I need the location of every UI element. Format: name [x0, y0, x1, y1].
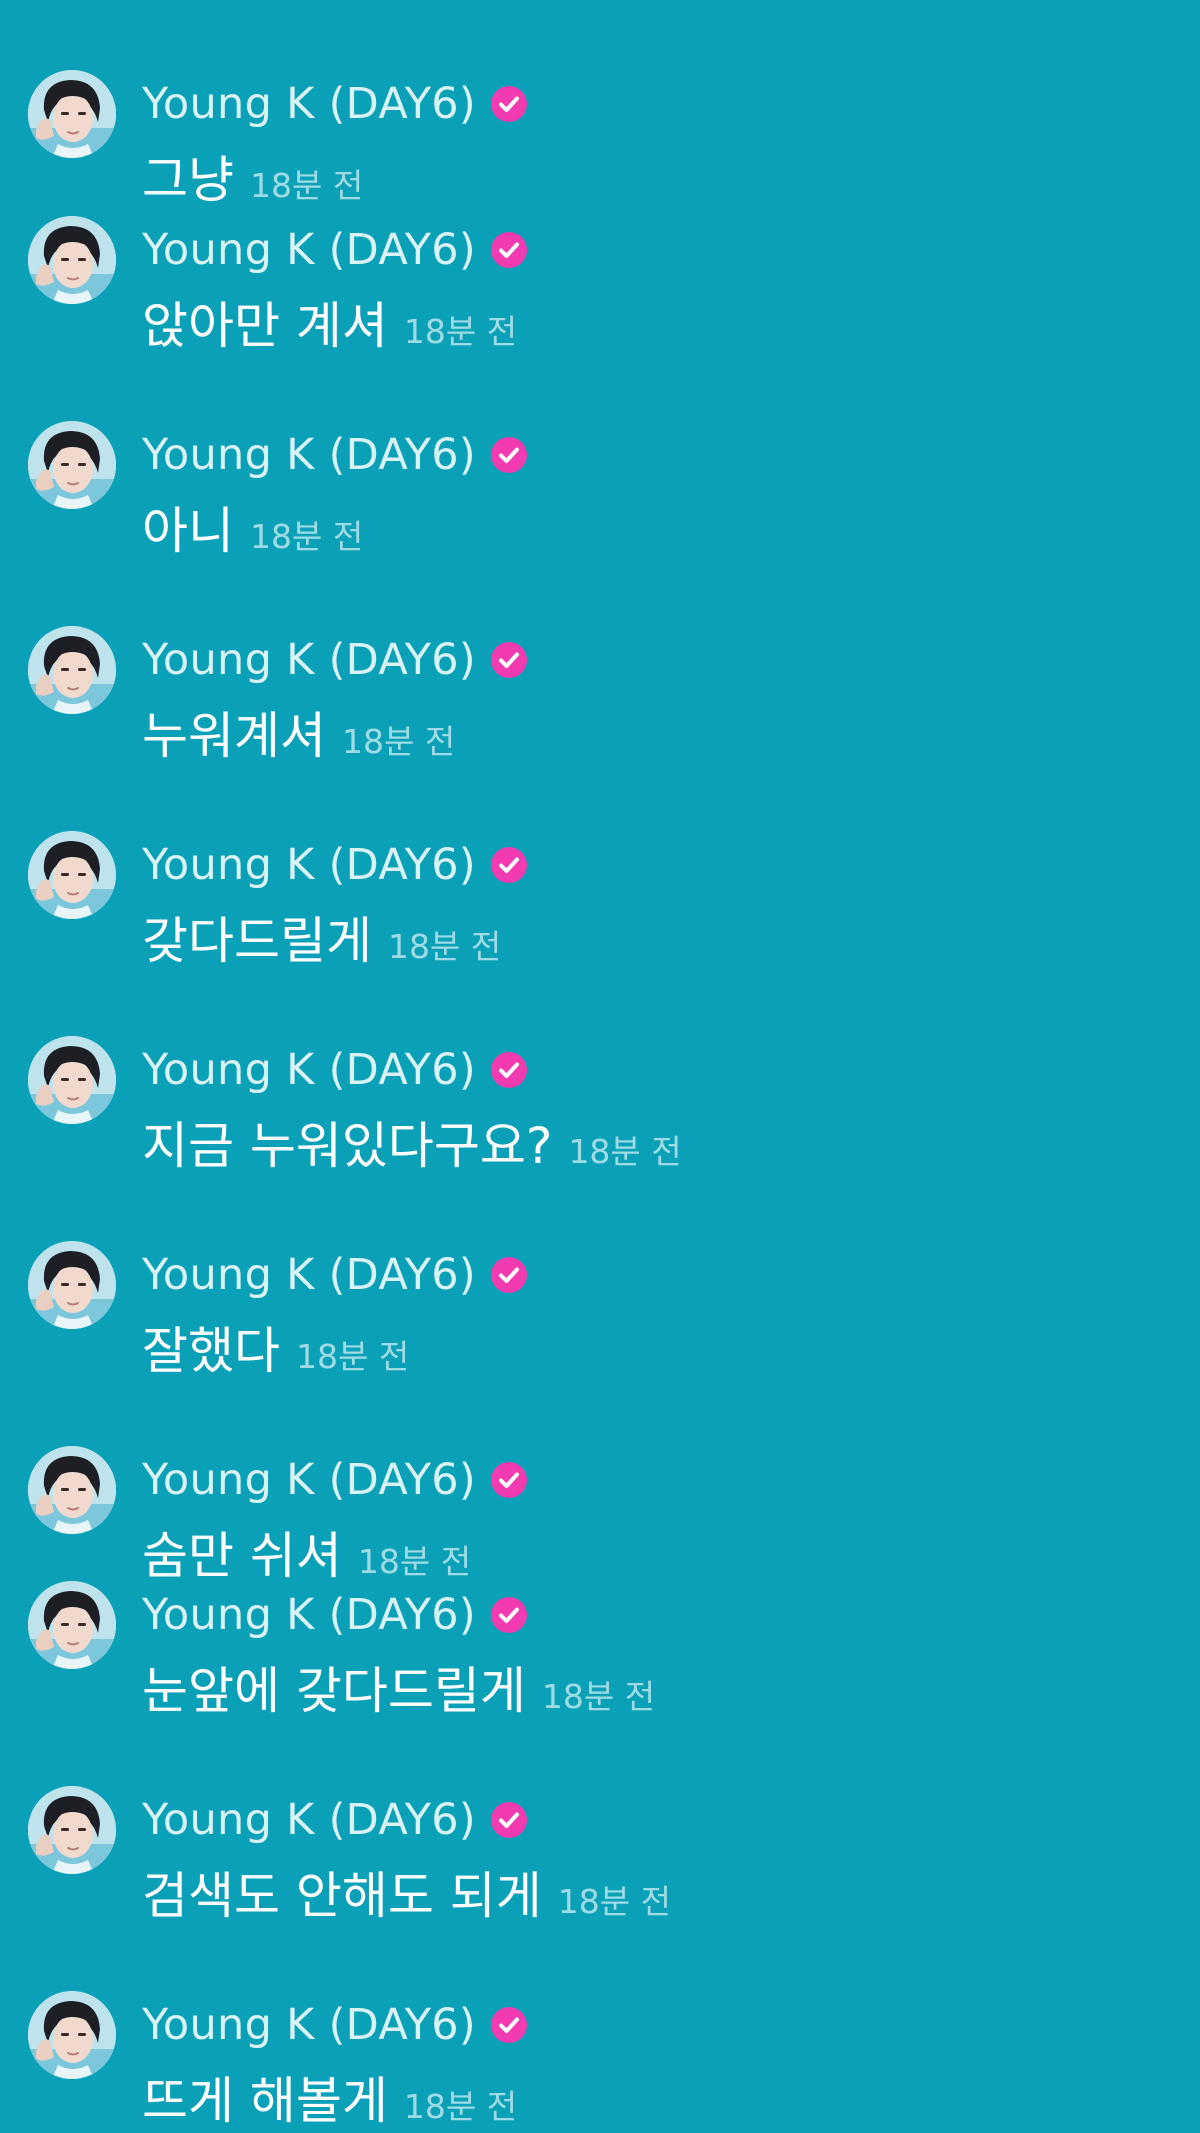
message-timestamp: 18분 전 [250, 166, 364, 205]
message-timestamp: 18분 전 [250, 517, 364, 556]
verified-check-icon [490, 436, 528, 474]
chat-message: Young K (DAY6) 숨만 쉬셔 18분 전 [0, 1438, 1200, 1588]
message-timestamp: 18분 전 [403, 312, 518, 351]
message-timestamp: 18분 전 [557, 1882, 671, 1921]
message-content: 앉아만 계셔 18분 전 [142, 286, 518, 355]
author-name[interactable]: Young K (DAY6) [142, 2000, 476, 2050]
author-name[interactable]: Young K (DAY6) [142, 840, 476, 890]
chat-message: Young K (DAY6) 누워계셔 18분 전 [0, 618, 1200, 768]
avatar[interactable] [28, 1786, 116, 1874]
message-header: Young K (DAY6) [142, 837, 528, 893]
verified-check-icon [490, 1461, 528, 1499]
message-content: 갖다드릴게 18분 전 [142, 901, 502, 970]
message-content: 잘했다 18분 전 [142, 1311, 410, 1380]
author-name[interactable]: Young K (DAY6) [142, 1455, 476, 1505]
chat-message: Young K (DAY6) 아니 18분 전 [0, 413, 1200, 563]
message-text: 그냥 [142, 151, 234, 209]
verified-check-icon [490, 1596, 528, 1634]
message-content: 그냥 18분 전 [142, 140, 364, 209]
message-text: 누워계셔 [142, 707, 326, 765]
avatar[interactable] [28, 626, 116, 714]
verified-check-icon [490, 2006, 528, 2044]
author-name[interactable]: Young K (DAY6) [142, 225, 476, 275]
chat-message: Young K (DAY6) 지금 누워있다구요? 18분 전 [0, 1028, 1200, 1178]
message-text: 지금 누워있다구요? [142, 1117, 553, 1175]
message-text: 앉아만 계셔 [142, 297, 388, 355]
verified-check-icon [490, 85, 528, 123]
message-header: Young K (DAY6) [142, 76, 528, 132]
message-content: 눈앞에 갖다드릴게 18분 전 [142, 1651, 656, 1720]
message-content: 지금 누워있다구요? 18분 전 [142, 1106, 682, 1175]
message-header: Young K (DAY6) [142, 1452, 528, 1508]
author-name[interactable]: Young K (DAY6) [142, 1250, 476, 1300]
chat-message: Young K (DAY6) 그냥 18분 전 [0, 62, 1200, 212]
avatar[interactable] [28, 1241, 116, 1329]
verified-check-icon [490, 231, 528, 269]
message-text: 눈앞에 갖다드릴게 [142, 1662, 526, 1720]
verified-check-icon [490, 1051, 528, 1089]
message-content: 숨만 쉬셔 18분 전 [142, 1516, 471, 1585]
message-content: 누워계셔 18분 전 [142, 696, 456, 765]
message-content: 아니 18분 전 [142, 491, 364, 560]
avatar[interactable] [28, 831, 116, 919]
message-text: 잘했다 [142, 1322, 280, 1380]
message-header: Young K (DAY6) [142, 222, 528, 278]
avatar[interactable] [28, 1581, 116, 1669]
author-name[interactable]: Young K (DAY6) [142, 1795, 476, 1845]
chat-message: Young K (DAY6) 잘했다 18분 전 [0, 1233, 1200, 1383]
avatar[interactable] [28, 1446, 116, 1534]
chat-message: Young K (DAY6) 앉아만 계셔 18분 전 [0, 208, 1200, 358]
message-timestamp: 18분 전 [342, 722, 456, 761]
message-timestamp: 18분 전 [541, 1677, 656, 1716]
message-header: Young K (DAY6) [142, 632, 528, 688]
message-header: Young K (DAY6) [142, 1792, 528, 1848]
message-timestamp: 18분 전 [296, 1337, 410, 1376]
author-name[interactable]: Young K (DAY6) [142, 1045, 476, 1095]
message-header: Young K (DAY6) [142, 1587, 528, 1643]
message-header: Young K (DAY6) [142, 1247, 528, 1303]
chat-message: Young K (DAY6) 검색도 안해도 되게 18분 전 [0, 1778, 1200, 1928]
chat-message: Young K (DAY6) 갖다드릴게 18분 전 [0, 823, 1200, 973]
verified-check-icon [490, 1256, 528, 1294]
message-text: 뜨게 해볼게 [142, 2072, 388, 2130]
author-name[interactable]: Young K (DAY6) [142, 430, 476, 480]
message-header: Young K (DAY6) [142, 427, 528, 483]
message-text: 갖다드릴게 [142, 912, 372, 970]
message-timestamp: 18분 전 [403, 2087, 518, 2126]
verified-check-icon [490, 1801, 528, 1839]
message-timestamp: 18분 전 [568, 1132, 682, 1171]
verified-check-icon [490, 846, 528, 884]
chat-message: Young K (DAY6) 뜨게 해볼게 18분 전 [0, 1983, 1200, 2133]
avatar[interactable] [28, 1036, 116, 1124]
chat-message: Young K (DAY6) 눈앞에 갖다드릴게 18분 전 [0, 1573, 1200, 1723]
author-name[interactable]: Young K (DAY6) [142, 1590, 476, 1640]
message-timestamp: 18분 전 [388, 927, 502, 966]
message-header: Young K (DAY6) [142, 1997, 528, 2053]
avatar[interactable] [28, 216, 116, 304]
avatar[interactable] [28, 70, 116, 158]
chat-feed: Young K (DAY6) 그냥 18분 전 Young K (DAY6) 앉… [0, 0, 1200, 2133]
author-name[interactable]: Young K (DAY6) [142, 635, 476, 685]
avatar[interactable] [28, 421, 116, 509]
author-name[interactable]: Young K (DAY6) [142, 79, 476, 129]
message-header: Young K (DAY6) [142, 1042, 528, 1098]
message-text: 검색도 안해도 되게 [142, 1867, 542, 1925]
message-content: 검색도 안해도 되게 18분 전 [142, 1856, 671, 1925]
message-text: 아니 [142, 502, 234, 560]
avatar[interactable] [28, 1991, 116, 2079]
message-content: 뜨게 해볼게 18분 전 [142, 2061, 518, 2130]
verified-check-icon [490, 641, 528, 679]
